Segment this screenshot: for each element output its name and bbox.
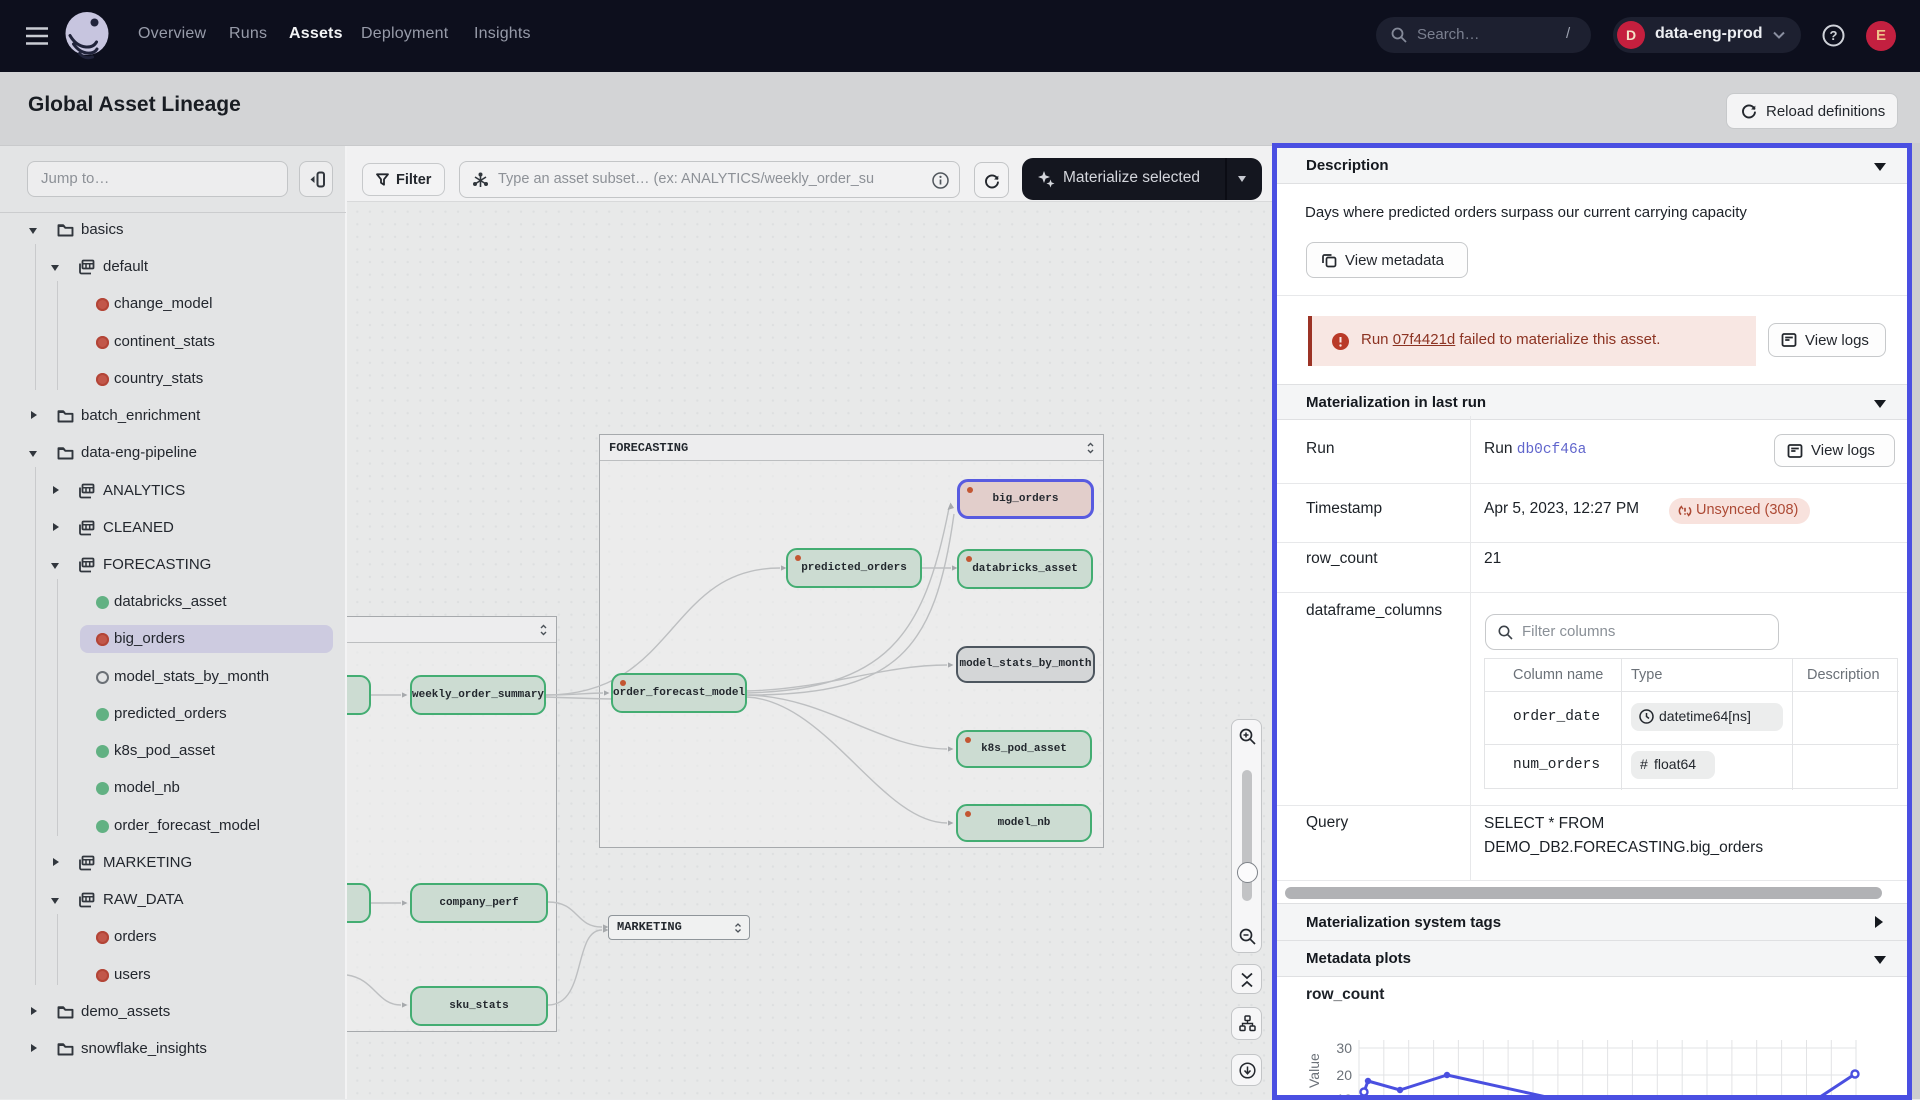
svg-text:30: 30 <box>1336 1040 1352 1056</box>
svg-text:Value: Value <box>1306 1053 1322 1088</box>
svg-text:20: 20 <box>1336 1067 1352 1083</box>
svg-text:?: ? <box>1830 28 1838 43</box>
